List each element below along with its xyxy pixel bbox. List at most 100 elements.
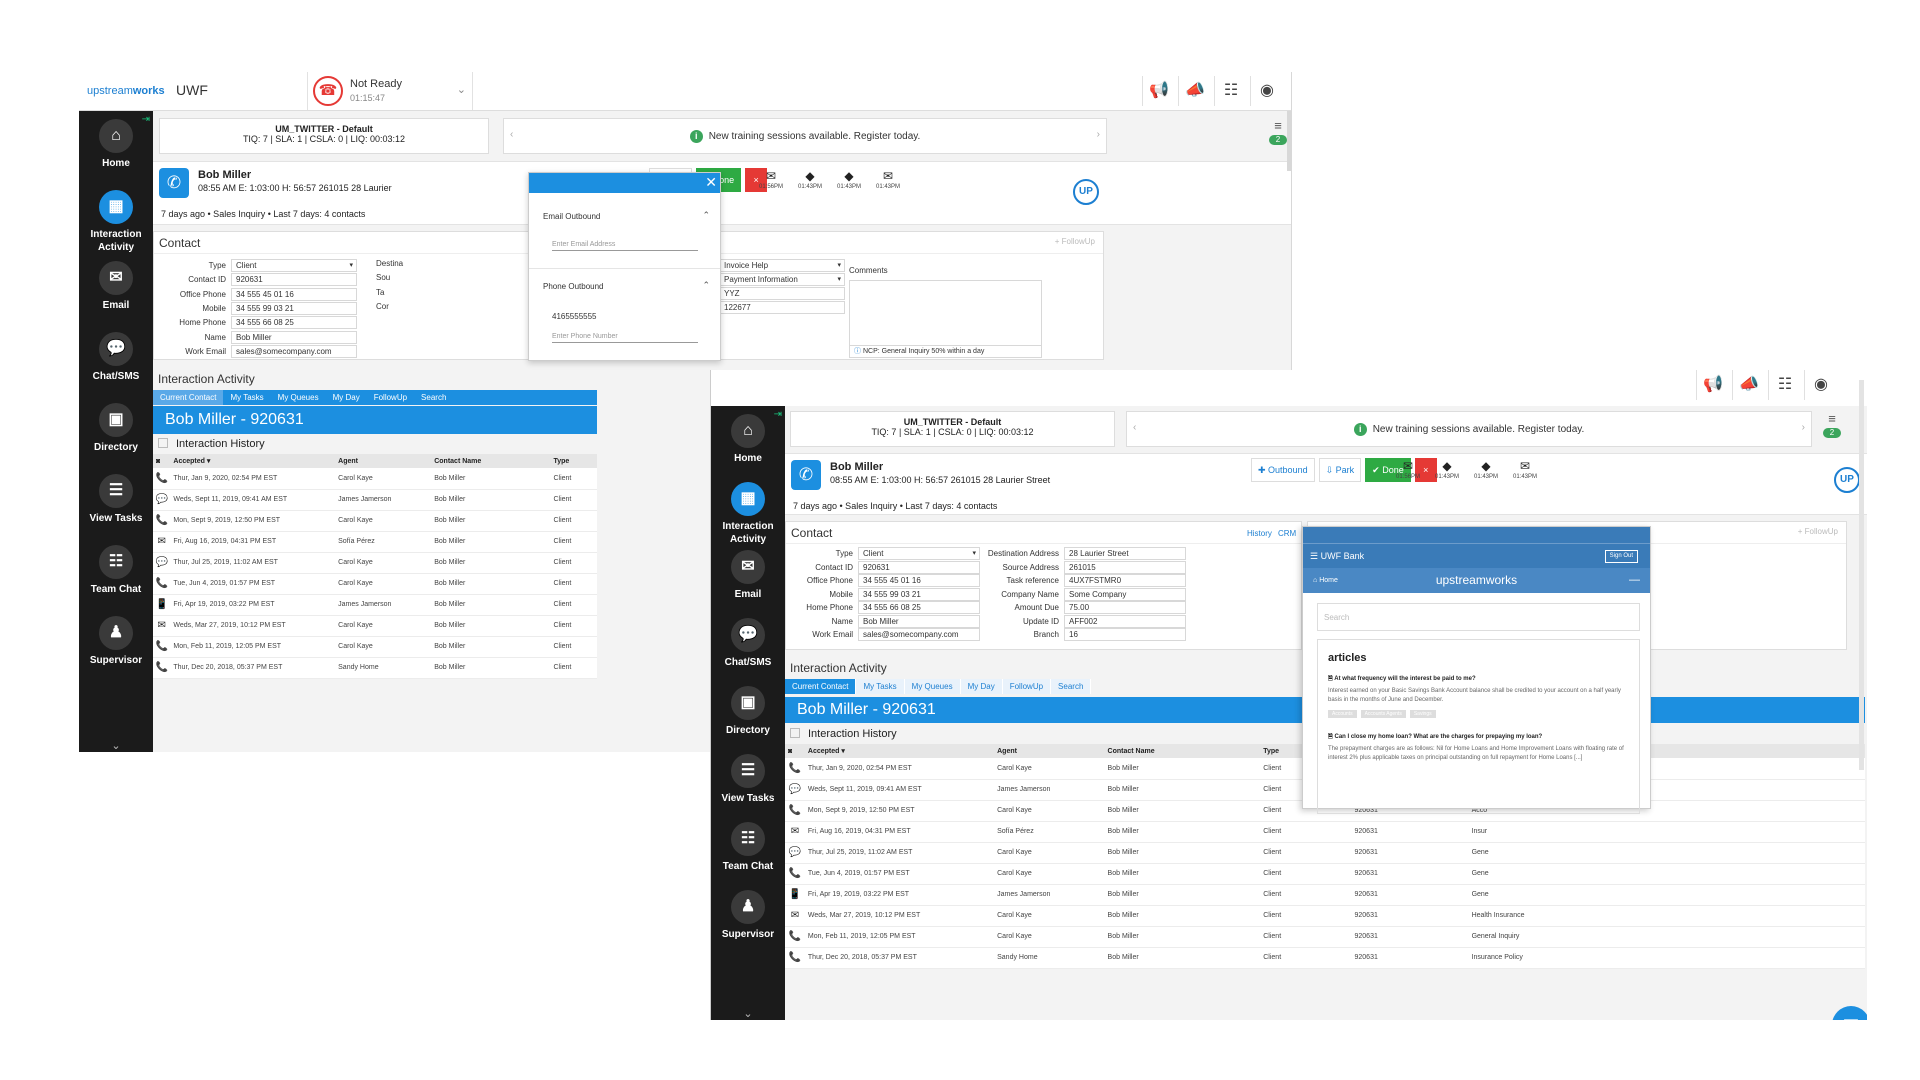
pin-icon[interactable]: ⇥ <box>142 114 150 125</box>
tab-search[interactable]: Search <box>414 390 453 405</box>
tag[interactable]: Accounts <box>1328 710 1357 718</box>
table-row[interactable]: 💬 Thur, Jul 25, 2019, 11:02 AM EST Carol K… <box>153 552 597 574</box>
tab-current-contact[interactable]: Current Contact <box>153 390 224 405</box>
broadcast-icon[interactable]: 📢 <box>1142 76 1175 106</box>
more-icon[interactable]: ⌄ <box>79 739 153 752</box>
tab-my-queues[interactable]: My Queues <box>271 390 326 405</box>
chevron-up-icon[interactable]: ⌃ <box>702 210 710 221</box>
field-value[interactable]: 122677 <box>719 301 845 314</box>
field-value[interactable]: 34 555 66 08 25 <box>231 316 357 330</box>
select-all-checkbox[interactable] <box>790 728 800 738</box>
table-row[interactable]: 📞 Mon, Feb 11, 2019, 12:05 PM EST Carol Ka… <box>785 926 1865 948</box>
table-row[interactable]: 📞 Mon, Sept 9, 2019, 12:50 PM EST Carol Ka… <box>153 510 597 532</box>
email-input[interactable]: Enter Email Address <box>552 241 698 251</box>
scrollbar[interactable] <box>1287 111 1291 171</box>
sidebar-item-directory[interactable]: ▣ Directory <box>79 395 153 466</box>
crm-link[interactable]: CRM <box>1278 529 1296 538</box>
close-icon[interactable]: ✕ <box>705 174 717 191</box>
user-avatar-icon[interactable]: ◉ <box>1250 76 1283 106</box>
field-value[interactable]: Invoice Help▾ <box>719 259 845 272</box>
sidebar-item-view-tasks[interactable]: ☰ View Tasks <box>711 746 785 814</box>
tag[interactable]: Savings <box>1409 710 1436 718</box>
field-value[interactable]: 28 Laurier Street <box>1064 547 1186 560</box>
sidebar-item-email[interactable]: ✉ Email <box>711 542 785 610</box>
tab-current-contact[interactable]: Current Contact <box>785 679 857 694</box>
field-value[interactable]: 34 555 99 03 21 <box>231 301 357 315</box>
table-row[interactable]: 📞 Thur, Dec 20, 2018, 05:37 PM EST Sandy H… <box>785 947 1865 969</box>
sidebar-item-supervisor[interactable]: ♟ Supervisor <box>711 882 785 950</box>
sidebar-item-chat-sms[interactable]: 💬 Chat/SMS <box>711 610 785 678</box>
column-header[interactable]: Contact Name <box>1104 744 1261 758</box>
sidebar-item-directory[interactable]: ▣ Directory <box>711 678 785 746</box>
sidebar-item-interaction-activity[interactable]: ▦ Interaction Activity <box>711 474 785 545</box>
article-question[interactable]: 🗎 At what frequency will the interest be… <box>1328 674 1629 684</box>
table-row[interactable]: 📞 Tue, Jun 4, 2019, 01:57 PM EST Carol Kay… <box>153 573 597 595</box>
column-header[interactable]: Agent <box>335 454 432 468</box>
followup-link[interactable]: + FollowUp <box>1055 237 1095 246</box>
chevron-up-icon[interactable]: ⌃ <box>702 280 710 291</box>
pin-icon[interactable]: ⇥ <box>774 409 782 420</box>
sidebar-item-supervisor[interactable]: ♟ Supervisor <box>79 608 153 679</box>
next-icon[interactable]: › <box>1097 129 1100 140</box>
field-value[interactable]: 920631 <box>231 273 357 287</box>
channel-history-item[interactable]: ◆ 01:43PM <box>1432 458 1462 480</box>
field-value[interactable]: 4UX7FSTMR0 <box>1064 574 1186 587</box>
field-value[interactable]: 75.00 <box>1064 601 1186 614</box>
column-header[interactable]: Accepted ▾ <box>804 744 995 758</box>
table-row[interactable]: 💬 Weds, Sept 11, 2019, 09:41 AM EST James … <box>153 489 597 511</box>
select-all-checkbox[interactable] <box>158 438 168 448</box>
menu-icon[interactable]: ☰ <box>1310 551 1321 561</box>
uwf-badge-icon[interactable]: UP <box>1834 467 1860 493</box>
announcement-icon[interactable]: 📣 <box>1732 370 1765 400</box>
uwf-badge-icon[interactable]: UP <box>1073 179 1099 205</box>
column-header[interactable]: Accepted ▾ <box>170 454 336 468</box>
scrollbar[interactable] <box>1859 380 1864 770</box>
tab-search[interactable]: Search <box>1051 679 1092 694</box>
channel-history-item[interactable]: ◆ 01:43PM <box>795 168 825 190</box>
field-value[interactable]: YYZ <box>719 287 845 300</box>
column-header[interactable]: Contact Name <box>431 454 551 468</box>
table-row[interactable]: 📞 Thur, Jan 9, 2020, 02:54 PM EST Carol Ka… <box>153 468 597 490</box>
table-row[interactable]: 📞 Thur, Dec 20, 2018, 05:37 PM EST Sandy H… <box>153 657 597 679</box>
history-link[interactable]: History <box>1247 529 1272 538</box>
table-row[interactable]: ✉ Weds, Mar 27, 2019, 10:12 PM EST Carol K… <box>153 615 597 637</box>
channel-history-item[interactable]: ✉ 01:43PM <box>873 168 903 190</box>
table-row[interactable]: ✉ Fri, Aug 16, 2019, 04:31 PM EST Sofía Pé… <box>153 531 597 553</box>
field-value[interactable]: 16 <box>1064 628 1186 641</box>
sidebar-item-view-tasks[interactable]: ☰ View Tasks <box>79 466 153 537</box>
phone-number-option[interactable]: 4165555555 <box>552 312 597 321</box>
sidebar-item-team-chat[interactable]: ☷ Team Chat <box>79 537 153 608</box>
outbound-button[interactable]: ✚ Outbound <box>1251 458 1315 482</box>
announcement-icon[interactable]: 📣 <box>1178 76 1211 106</box>
agent-status-dropdown[interactable]: ☎ Not Ready 01:15:47 ⌄ <box>307 72 473 110</box>
sign-out-button[interactable]: Sign Out <box>1604 550 1638 563</box>
notifications-menu[interactable]: ≡ 2 <box>1269 118 1287 145</box>
followup-link[interactable]: + FollowUp <box>1798 527 1838 536</box>
broadcast-icon[interactable]: 📢 <box>1696 370 1729 400</box>
column-header[interactable]: Type <box>550 454 597 468</box>
channel-history-item[interactable]: ◆ 01:43PM <box>834 168 864 190</box>
table-row[interactable]: 📱 Fri, Apr 19, 2019, 03:22 PM EST James Ja… <box>785 884 1865 906</box>
dialpad-icon[interactable]: ☷ <box>1214 76 1247 106</box>
field-value[interactable]: AFF002 <box>1064 614 1186 628</box>
sidebar-item-chat-sms[interactable]: 💬 Chat/SMS <box>79 324 153 395</box>
sidebar-item-email[interactable]: ✉ Email <box>79 253 153 324</box>
tab-followup[interactable]: FollowUp <box>1002 679 1052 694</box>
field-value[interactable]: 261015 <box>1064 560 1186 574</box>
comments-field[interactable] <box>849 280 1042 350</box>
field-value[interactable]: Client ▾ <box>231 259 357 272</box>
minimize-icon[interactable]: — <box>1629 568 1640 593</box>
phone-input[interactable]: Enter Phone Number <box>552 333 698 343</box>
column-header[interactable]: Agent <box>994 744 1105 758</box>
tab-followup[interactable]: FollowUp <box>367 390 414 405</box>
tab-my-tasks[interactable]: My Tasks <box>856 679 905 694</box>
next-icon[interactable]: › <box>1802 422 1805 433</box>
field-value[interactable]: Some Company <box>1064 587 1186 601</box>
field-value[interactable]: sales@somecompany.com <box>231 344 357 358</box>
notifications-menu[interactable]: ≡ 2 <box>1823 411 1841 438</box>
table-row[interactable]: 📞 Mon, Feb 11, 2019, 12:05 PM EST Carol Ka… <box>153 636 597 658</box>
channel-history-item[interactable]: ✉ 01:43PM <box>1510 458 1540 480</box>
channel-history-item[interactable]: ✉ 01:56PM <box>756 168 786 190</box>
table-row[interactable]: ✉ Weds, Mar 27, 2019, 10:12 PM EST Carol K… <box>785 905 1865 927</box>
kb-search-input[interactable]: Search <box>1317 603 1640 631</box>
